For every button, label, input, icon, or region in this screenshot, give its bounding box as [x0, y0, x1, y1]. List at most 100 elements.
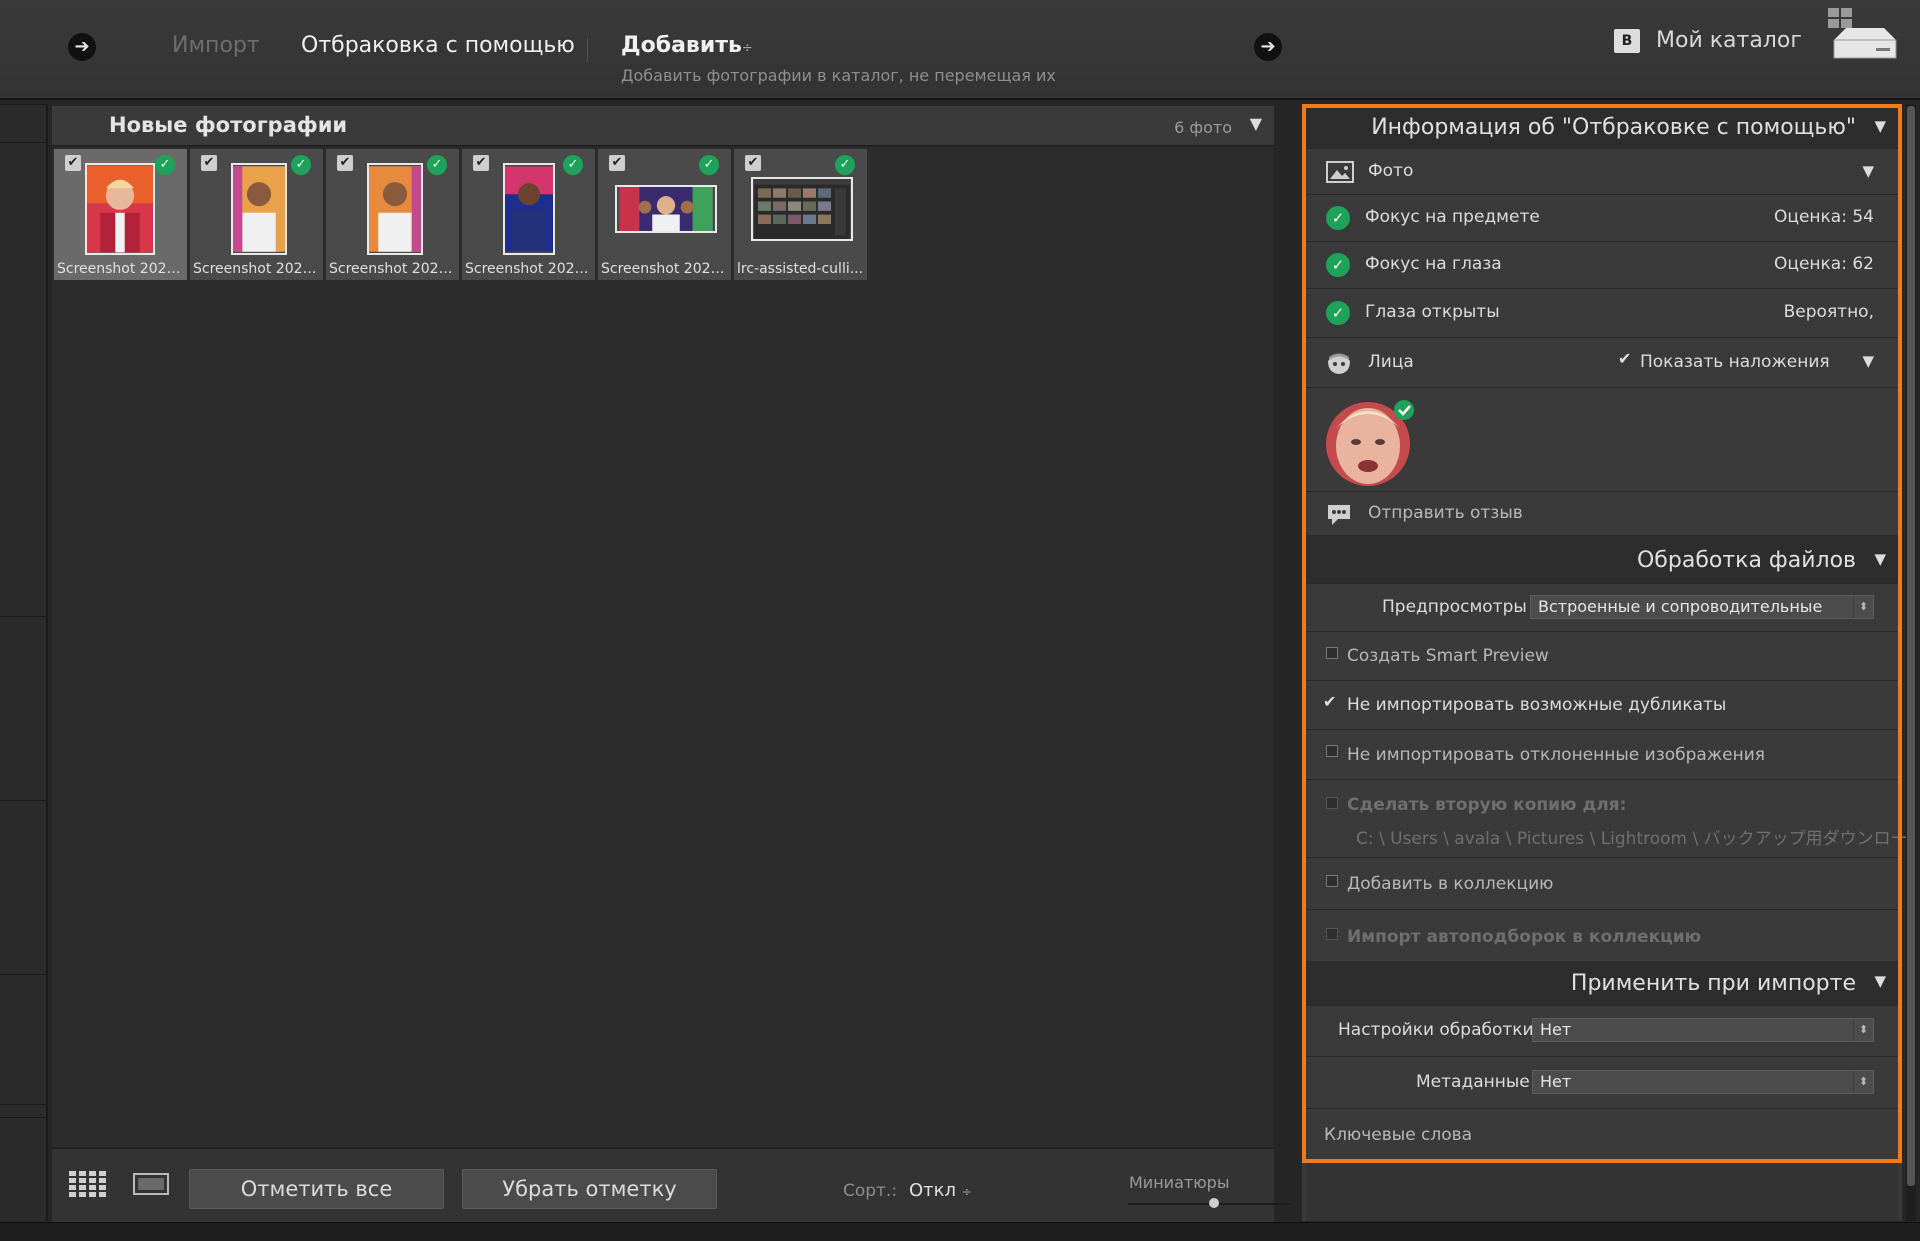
- sort-select[interactable]: Откл ÷: [909, 1180, 972, 1201]
- keywords-label: Ключевые слова: [1324, 1125, 1473, 1145]
- no-duplicates-label: Не импортировать возможные дубликаты: [1347, 695, 1727, 715]
- photo-thumbnail: [231, 163, 287, 255]
- add-mode-label: Добавить: [621, 33, 742, 58]
- feedback-row[interactable]: Отправить отзыв: [1306, 491, 1898, 535]
- thumbnail-size-slider-knob[interactable]: [1209, 1198, 1219, 1208]
- faces-label: Лица: [1368, 352, 1414, 372]
- thumbnail-cell[interactable]: ✔ ✓ Screenshot 2026...: [54, 149, 188, 280]
- thumbnail-filename: lrc-assisted-culli...: [737, 261, 864, 277]
- hard-drive-icon[interactable]: [1826, 6, 1898, 62]
- import-mode-label[interactable]: Импорт: [172, 33, 260, 58]
- add-collection-row: Добавить в коллекцию: [1306, 857, 1898, 909]
- send-feedback-link[interactable]: Отправить отзыв: [1368, 503, 1523, 523]
- faces-row: Лица ✔ Показать наложения ▼: [1306, 337, 1898, 387]
- collapse-triangle-icon[interactable]: ▼: [1874, 108, 1886, 144]
- include-checkbox[interactable]: ✔: [201, 155, 217, 171]
- show-overlays-checkmark[interactable]: ✔: [1618, 349, 1631, 368]
- panel-bottom-space: [1306, 1163, 1898, 1221]
- develop-settings-label: Настройки обработки: [1338, 1020, 1534, 1040]
- photo-row[interactable]: Фото ▼: [1306, 148, 1898, 194]
- photo-thumbnail: [615, 185, 717, 233]
- import-auto-collection-row: Импорт автоподборок в коллекцию: [1306, 909, 1898, 961]
- collapse-triangle-icon[interactable]: ▼: [1874, 961, 1886, 1001]
- metadata-select[interactable]: Нет ⬍: [1532, 1070, 1874, 1094]
- previews-label: Предпросмотры: [1382, 597, 1527, 617]
- uncheck-all-button[interactable]: Убрать отметку: [462, 1169, 717, 1209]
- file-handling-header[interactable]: Обработка файлов ▼: [1306, 535, 1898, 583]
- eyes-open-label: Глаза открыты: [1365, 302, 1500, 322]
- thumbnail-filename: Screenshot 2026...: [601, 261, 729, 277]
- window-bottom-strip: [0, 1222, 1920, 1241]
- assisted-culling-label[interactable]: Отбраковка с помощью: [301, 33, 575, 58]
- focus-subject-row: ✓ Фокус на предмете Оценка: 54: [1306, 194, 1898, 241]
- develop-settings-select[interactable]: Нет ⬍: [1532, 1018, 1874, 1042]
- second-copy-checkbox[interactable]: [1326, 797, 1338, 809]
- check-all-button[interactable]: Отметить все: [189, 1169, 444, 1209]
- no-duplicates-row: ✔ Не импортировать возможные дубликаты: [1306, 680, 1898, 729]
- smart-preview-row: Создать Smart Preview: [1306, 631, 1898, 680]
- culling-info-header[interactable]: Информация об "Отбраковке с помощью" ▼: [1306, 108, 1898, 148]
- loupe-view-icon[interactable]: [133, 1173, 169, 1195]
- grid-view-icon[interactable]: [69, 1171, 107, 1197]
- import-auto-collection-label: Импорт автоподборок в коллекцию: [1347, 927, 1702, 947]
- add-collection-label: Добавить в коллекцию: [1347, 874, 1554, 894]
- thumbnail-filename: Screenshot 2026...: [465, 261, 593, 277]
- select-arrow-icon: ⬍: [1853, 1071, 1873, 1093]
- photo-dropdown-icon[interactable]: ▼: [1862, 162, 1874, 180]
- show-overlays-label[interactable]: Показать наложения: [1640, 352, 1830, 372]
- apply-during-import-header[interactable]: Применить при импорте ▼: [1306, 961, 1898, 1005]
- select-arrow-icon: ⬍: [1853, 596, 1873, 618]
- thumbnail-filename: Screenshot 2026...: [193, 261, 321, 277]
- develop-settings-value: Нет: [1540, 1020, 1572, 1039]
- check-ok-icon: ✓: [1326, 206, 1350, 230]
- sort-label: Сорт.:: [843, 1181, 898, 1201]
- add-collection-checkbox[interactable]: [1326, 875, 1338, 887]
- culling-ok-icon: ✓: [835, 155, 855, 175]
- smart-preview-checkbox[interactable]: [1326, 647, 1338, 659]
- second-copy-path: C: \ Users \ avala \ Pictures \ Lightroo…: [1356, 829, 1908, 849]
- collapse-triangle-icon[interactable]: ▼: [1874, 535, 1886, 583]
- import-auto-collection-checkbox[interactable]: [1326, 928, 1338, 940]
- thumbnail-cell[interactable]: ✔ ✓ Screenshot 2026...: [190, 149, 324, 280]
- faces-thumbnails: [1306, 387, 1898, 491]
- include-checkbox[interactable]: ✔: [337, 155, 353, 171]
- include-checkbox[interactable]: ✔: [609, 155, 625, 171]
- add-mode-button[interactable]: Добавить÷: [621, 33, 753, 58]
- apply-during-import-title: Применить при импорте: [1570, 971, 1856, 996]
- previews-select[interactable]: Встроенные и сопроводительные ⬍: [1530, 595, 1874, 619]
- feedback-icon: [1328, 505, 1350, 525]
- include-checkbox[interactable]: ✔: [65, 155, 81, 171]
- smart-preview-label: Создать Smart Preview: [1347, 646, 1549, 666]
- sort-select-value: Откл: [909, 1180, 957, 1201]
- thumbnail-cell[interactable]: ✔ ✓ Screenshot 2026...: [462, 149, 596, 280]
- forward-arrow-icon[interactable]: ➔: [1254, 33, 1282, 61]
- module-picker-bar: ➔ Импорт Отбраковка с помощью Добавить÷ …: [0, 0, 1920, 100]
- thumbnail-cell[interactable]: ✔ ✓ Screenshot 2026...: [598, 149, 732, 280]
- include-checkbox[interactable]: ✔: [745, 155, 761, 171]
- thumbnail-cell[interactable]: ✔ ✓ lrc-assisted-culli...: [734, 149, 868, 280]
- second-copy-label: Сделать вторую копию для:: [1347, 795, 1627, 815]
- face-icon: [1328, 353, 1350, 374]
- culling-ok-icon: ✓: [699, 155, 719, 175]
- right-panel-scrollbar-thumb[interactable]: [1907, 106, 1915, 1186]
- add-mode-subtitle: Добавить фотографии в каталог, не переме…: [621, 66, 1056, 85]
- left-panel-collapsed: [0, 104, 48, 1221]
- focus-eyes-score: Оценка: 62: [1774, 254, 1874, 274]
- face-thumbnail[interactable]: [1324, 398, 1414, 486]
- top-divider: [587, 38, 588, 62]
- second-copy-row: Сделать вторую копию для: C: \ Users \ a…: [1306, 779, 1908, 857]
- no-rejected-row: Не импортировать отклоненные изображения: [1306, 729, 1898, 779]
- keywords-row: Ключевые слова: [1306, 1108, 1898, 1160]
- no-rejected-checkbox[interactable]: [1326, 745, 1338, 757]
- photo-thumbnail: [367, 163, 423, 255]
- thumbnail-grid: ✔ ✓ Screenshot 2026... ✔ ✓ Screenshot 20…: [52, 147, 1274, 1147]
- faces-dropdown-icon[interactable]: ▼: [1862, 352, 1874, 370]
- check-ok-icon: ✓: [1326, 253, 1350, 277]
- grid-collapse-icon[interactable]: ▼: [1250, 114, 1262, 133]
- thumbnail-cell[interactable]: ✔ ✓ Screenshot 2026...: [326, 149, 460, 280]
- no-duplicates-checkbox[interactable]: ✔: [1323, 692, 1336, 711]
- catalog-name[interactable]: Мой каталог: [1656, 28, 1802, 53]
- thumbnail-filename: Screenshot 2026...: [329, 261, 457, 277]
- back-arrow-icon[interactable]: ➔: [68, 33, 96, 61]
- include-checkbox[interactable]: ✔: [473, 155, 489, 171]
